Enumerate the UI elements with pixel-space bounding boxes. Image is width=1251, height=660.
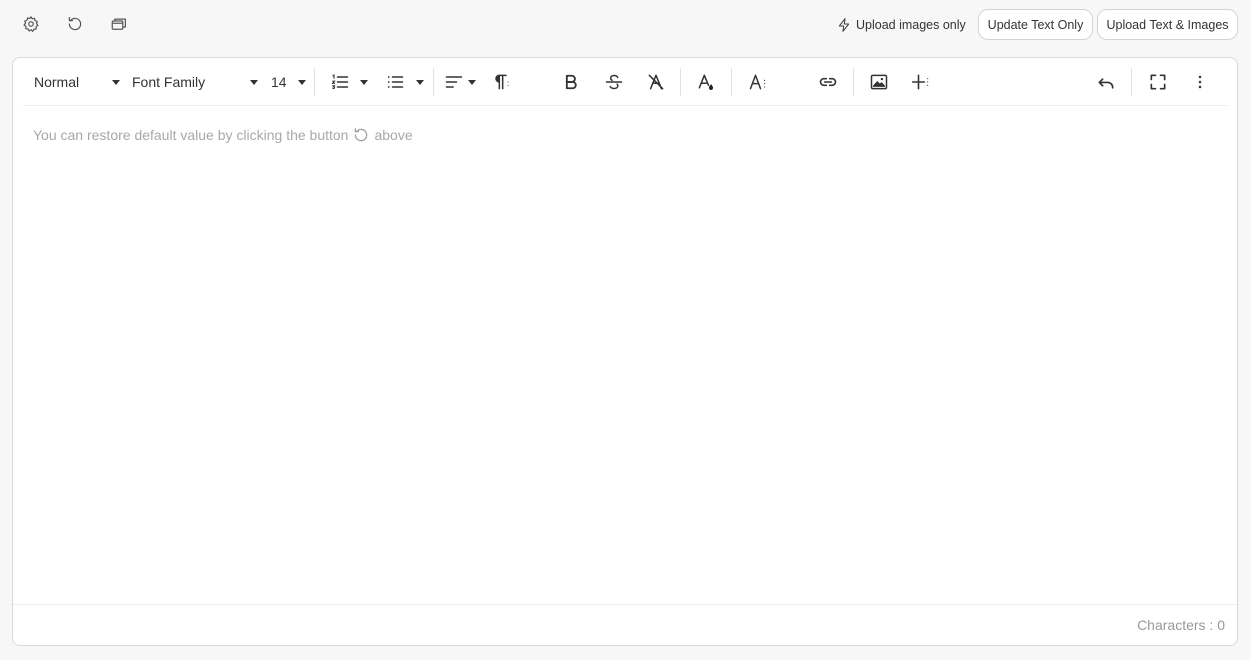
text-color-icon[interactable]: [695, 68, 717, 96]
insert-more-icon[interactable]: [910, 68, 932, 96]
placeholder-text-before: You can restore default value by clickin…: [33, 127, 349, 143]
clear-format-icon[interactable]: [645, 68, 667, 96]
strikethrough-icon[interactable]: [603, 68, 625, 96]
paragraph-style-select[interactable]: Normal: [34, 68, 120, 96]
lightning-icon: [838, 18, 850, 32]
upload-images-only-button[interactable]: Upload images only: [836, 14, 966, 36]
editor-footer: Characters : 0: [13, 604, 1237, 645]
restore-icon: [352, 126, 370, 144]
ordered-list-icon[interactable]: [329, 68, 351, 96]
upload-text-images-button[interactable]: Upload Text & Images: [1097, 9, 1238, 40]
toolbar-divider: [680, 68, 681, 96]
bold-icon[interactable]: [560, 68, 582, 96]
font-family-value: Font Family: [132, 74, 206, 90]
more-vertical-icon[interactable]: [1189, 68, 1211, 96]
chevron-down-icon: [250, 79, 258, 85]
placeholder-text-after: above: [374, 127, 413, 143]
toolbar-divider: [853, 68, 854, 96]
character-count: Characters : 0: [1137, 617, 1225, 633]
undo-icon[interactable]: [1095, 68, 1117, 96]
chevron-down-icon[interactable]: [360, 80, 368, 85]
top-bar: Upload images only Update Text Only Uplo…: [0, 0, 1251, 50]
paragraph-icon[interactable]: [490, 68, 512, 96]
update-text-only-button[interactable]: Update Text Only: [978, 9, 1093, 40]
paragraph-style-value: Normal: [34, 74, 80, 90]
upload-images-only-label: Upload images only: [856, 18, 966, 32]
font-size-options-icon[interactable]: [747, 68, 769, 96]
editor-toolbar: Normal Font Family 14: [23, 58, 1227, 106]
link-icon[interactable]: [817, 68, 839, 96]
editor-content-area[interactable]: You can restore default value by clickin…: [33, 126, 413, 144]
preview-icon[interactable]: [107, 12, 131, 36]
unordered-list-icon[interactable]: [384, 68, 406, 96]
toolbar-divider: [433, 68, 434, 96]
image-icon[interactable]: [868, 68, 890, 96]
toolbar-divider: [1131, 68, 1132, 96]
restore-icon[interactable]: [63, 12, 87, 36]
font-size-select[interactable]: 14: [271, 68, 306, 96]
align-left-icon[interactable]: [443, 68, 465, 96]
font-family-select[interactable]: Font Family: [132, 68, 258, 96]
gear-icon[interactable]: [19, 12, 43, 36]
font-size-value: 14: [271, 74, 287, 90]
rich-text-editor: Normal Font Family 14 You can restore de…: [12, 57, 1238, 646]
chevron-down-icon: [298, 79, 306, 85]
fullscreen-icon[interactable]: [1147, 68, 1169, 96]
chevron-down-icon[interactable]: [468, 80, 476, 85]
chevron-down-icon[interactable]: [416, 80, 424, 85]
chevron-down-icon: [112, 79, 120, 85]
toolbar-divider: [314, 68, 315, 96]
toolbar-divider: [731, 68, 732, 96]
